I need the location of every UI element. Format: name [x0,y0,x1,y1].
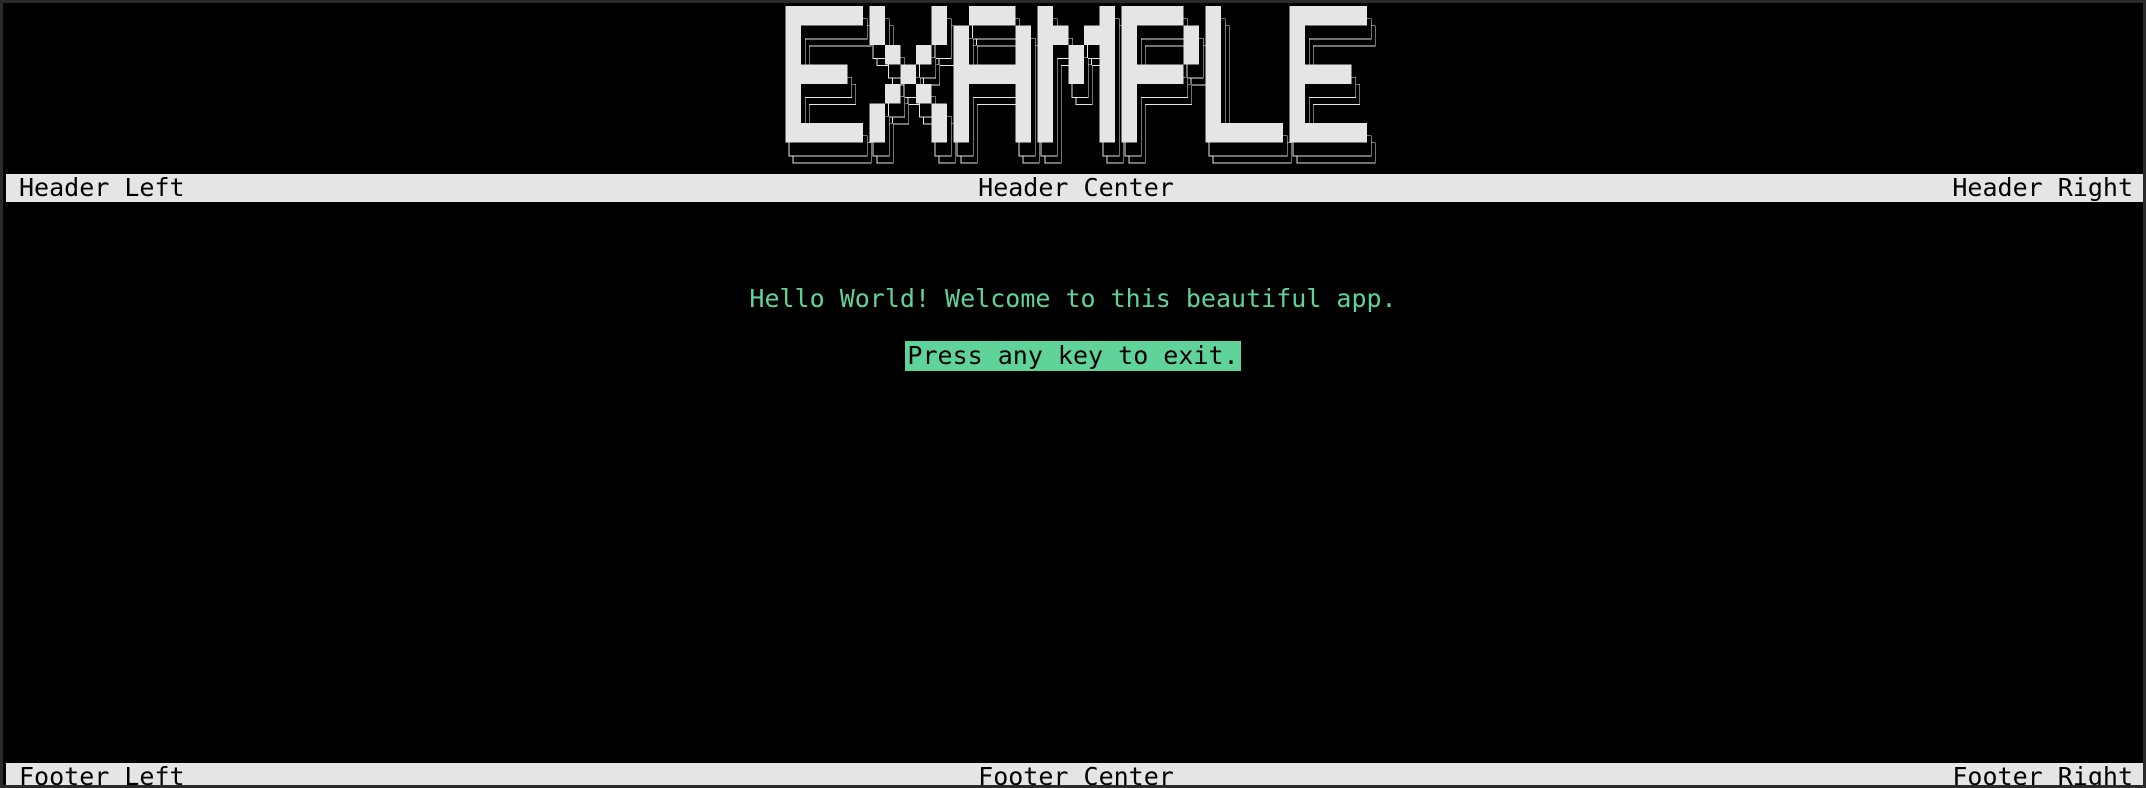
terminal-window: Header Left Header Center Header Right H… [0,0,2146,788]
footer-center: Footer Center [978,762,1174,788]
welcome-message: Hello World! Welcome to this beautiful a… [749,284,1397,313]
footer-bar: Footer Left Footer Center Footer Right [6,762,2143,788]
exit-prompt: Press any key to exit. [905,341,1241,371]
footer-right: Footer Right [1952,762,2133,788]
banner-layer [785,6,1367,143]
header-bar: Header Left Header Center Header Right [6,173,2143,202]
header-center: Header Center [978,173,1174,202]
ascii-banner [3,3,2143,173]
banner-logo [785,6,1376,164]
header-right: Header Right [1952,173,2133,202]
exit-prompt-row: Press any key to exit. [3,341,2143,371]
